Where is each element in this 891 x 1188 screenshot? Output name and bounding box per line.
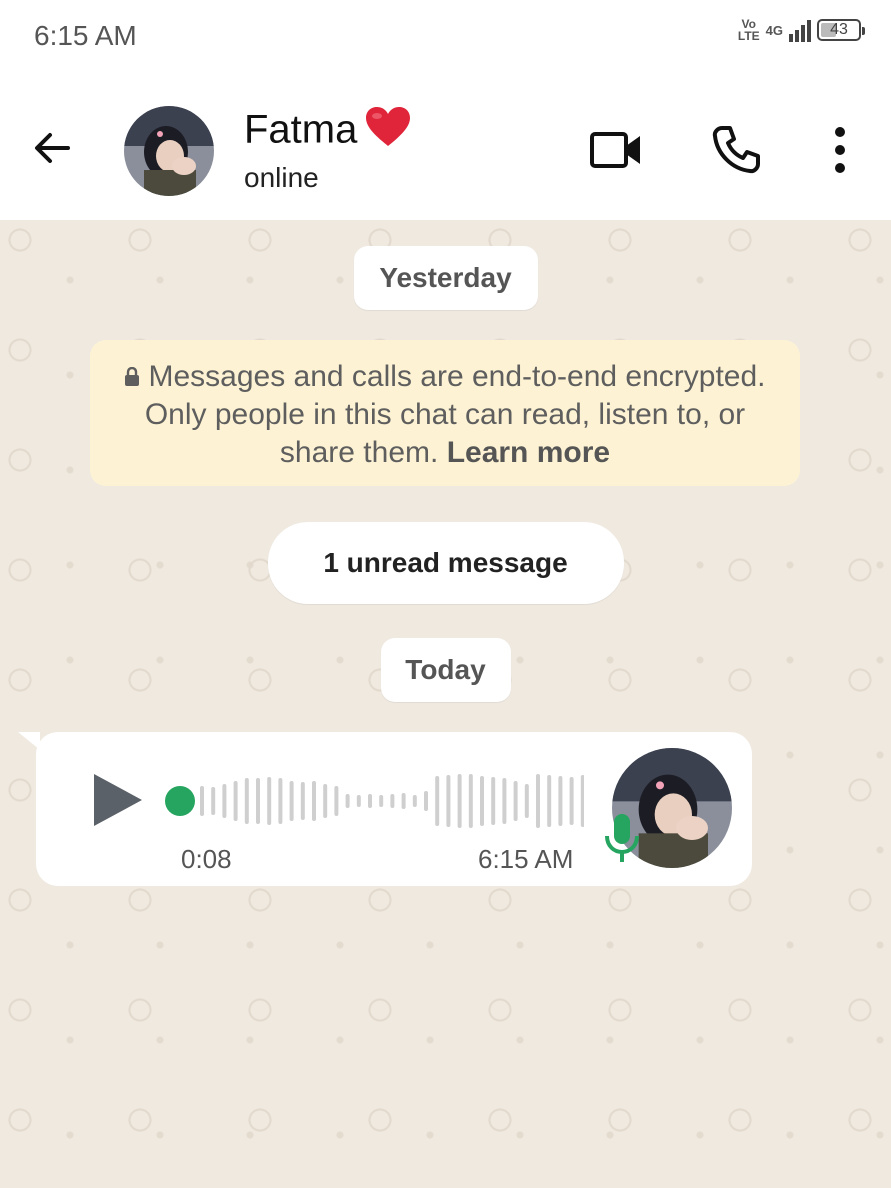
waveform-bar bbox=[334, 786, 339, 816]
contact-avatar[interactable] bbox=[124, 106, 214, 196]
waveform-bar bbox=[412, 795, 417, 807]
waveform-bar bbox=[446, 775, 451, 827]
status-bar: 6:15 AM Vo LTE 4G 43 bbox=[0, 0, 891, 72]
date-divider-today: Today bbox=[380, 638, 511, 702]
play-button[interactable] bbox=[88, 770, 148, 830]
microphone-icon bbox=[605, 814, 639, 862]
waveform-bar bbox=[491, 777, 496, 825]
arrow-left-icon bbox=[35, 133, 70, 163]
waveform-bar bbox=[200, 786, 204, 816]
battery-level: 43 bbox=[830, 21, 848, 38]
waveform-bar bbox=[558, 776, 563, 826]
volte-indicator: Vo LTE bbox=[737, 17, 760, 43]
waveform-bar bbox=[435, 776, 440, 826]
chat-area[interactable]: Yesterday Messages and calls are end-to-… bbox=[0, 220, 891, 1188]
waveform-bar bbox=[569, 777, 574, 825]
network-type: 4G bbox=[765, 22, 783, 38]
waveform-bar bbox=[513, 781, 518, 821]
contact-status: online bbox=[244, 162, 319, 193]
waveform-bar bbox=[233, 781, 238, 821]
voice-message-bubble[interactable]: 0:08 6:15 AM bbox=[36, 732, 752, 886]
waveform-bar bbox=[524, 784, 529, 818]
waveform-bar bbox=[312, 781, 316, 821]
waveform-bar bbox=[468, 774, 473, 828]
video-camera-icon bbox=[590, 132, 640, 168]
unread-messages-banner: 1 unread message bbox=[267, 522, 624, 604]
encryption-notice[interactable]: Messages and calls are end-to-end encryp… bbox=[90, 340, 800, 486]
waveform-bar bbox=[300, 782, 305, 820]
more-options-button[interactable] bbox=[820, 122, 860, 178]
contact-name[interactable]: Fatma bbox=[244, 106, 411, 158]
play-icon bbox=[94, 774, 142, 826]
waveform-bar bbox=[222, 784, 227, 818]
waveform-bar bbox=[390, 794, 395, 808]
signal-icon bbox=[789, 18, 811, 42]
waveform-bar bbox=[480, 776, 484, 826]
waveform-bar bbox=[502, 778, 507, 824]
waveform-bar bbox=[536, 774, 540, 828]
waveform-bar bbox=[356, 795, 361, 807]
more-vertical-icon bbox=[835, 127, 845, 173]
waveform-bar bbox=[267, 777, 272, 825]
date-divider-yesterday: Yesterday bbox=[353, 246, 538, 310]
waveform-bar bbox=[368, 794, 372, 808]
chat-header: Fatma online bbox=[0, 72, 891, 220]
waveform-bar bbox=[256, 778, 260, 824]
waveform-bar bbox=[580, 775, 584, 827]
waveform-bar bbox=[345, 794, 350, 808]
status-icons: Vo LTE 4G 43 bbox=[737, 17, 865, 43]
status-time: 6:15 AM bbox=[34, 20, 137, 51]
back-button[interactable] bbox=[28, 124, 76, 172]
waveform-bar bbox=[547, 775, 552, 827]
voice-duration: 0:08 bbox=[181, 844, 232, 874]
message-time: 6:15 AM bbox=[478, 844, 574, 874]
battery-icon: 43 bbox=[817, 19, 865, 41]
audio-waveform[interactable] bbox=[164, 772, 584, 830]
heart-emoji-icon bbox=[365, 106, 411, 158]
waveform-bar bbox=[323, 784, 328, 818]
waveform-bar bbox=[457, 774, 462, 828]
waveform-bar bbox=[211, 787, 216, 815]
video-call-button[interactable] bbox=[588, 122, 644, 178]
waveform-bar bbox=[244, 778, 249, 824]
phone-icon bbox=[712, 126, 760, 174]
learn-more-link[interactable]: Learn more bbox=[447, 436, 610, 469]
playhead-dot[interactable] bbox=[165, 786, 195, 816]
waveform-bar bbox=[401, 793, 406, 809]
waveform-bar bbox=[278, 778, 283, 824]
avatar-image bbox=[124, 106, 214, 196]
waveform-bar bbox=[424, 791, 428, 811]
lock-icon bbox=[125, 367, 140, 386]
waveform-bar bbox=[379, 795, 384, 807]
voice-call-button[interactable] bbox=[708, 122, 764, 178]
waveform-bar bbox=[289, 781, 294, 821]
